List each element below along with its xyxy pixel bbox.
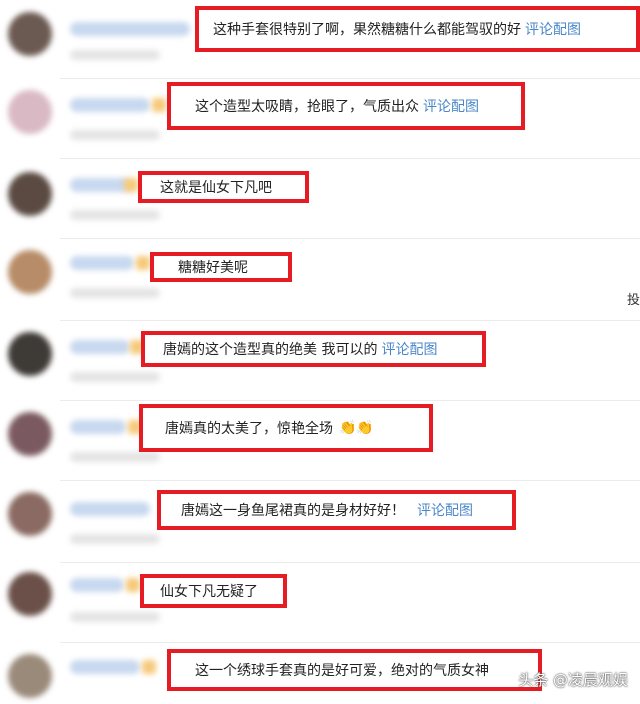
badge-blurred — [142, 660, 156, 674]
comment-text: 糖糖好美呢 — [178, 260, 248, 276]
comment-text: 这就是仙女下凡吧 — [160, 180, 272, 196]
avatar[interactable] — [8, 492, 52, 536]
comment-text: 唐嫣真的太美了，惊艳全场 — [165, 421, 333, 437]
timestamp-blurred — [70, 534, 160, 544]
avatar[interactable] — [8, 250, 52, 294]
username-blurred[interactable] — [70, 340, 130, 354]
username-blurred[interactable] — [70, 256, 134, 270]
comment-text: 仙女下凡无疑了 — [160, 584, 258, 600]
divider — [60, 78, 640, 79]
comment-image-link[interactable]: 评论配图 — [417, 500, 473, 520]
reply-label-clipped[interactable]: 投 — [627, 289, 640, 308]
comment-text: 唐嫣的这个造型真的绝美 我可以的 — [163, 342, 378, 358]
comment-text-box: 这个造型太吸睛，抢眼了，气质出众 评论配图 — [167, 82, 525, 130]
badge-blurred — [152, 98, 166, 112]
timestamp-blurred — [70, 288, 160, 298]
comment-text: 这个造型太吸睛，抢眼了，气质出众 — [195, 99, 419, 115]
comment-row: 唐嫣这一身鱼尾裙真的是身材好好！ 评论配图 — [0, 480, 640, 563]
comment-text-box: 这种手套很特别了啊，果然糖糖什么都能驾驭的好 评论配图 — [195, 6, 640, 52]
comment-row: 这种手套很特别了啊，果然糖糖什么都能驾驭的好 评论配图 — [0, 0, 640, 80]
timestamp-blurred — [70, 452, 160, 462]
avatar[interactable] — [8, 12, 52, 56]
username-blurred[interactable] — [70, 178, 130, 192]
comment-row: 这个造型太吸睛，抢眼了，气质出众 评论配图 — [0, 80, 640, 160]
comment-text-box: 这一个绣球手套真的是好可爱，绝对的气质女神 — [167, 649, 542, 691]
timestamp-blurred — [70, 210, 160, 220]
comment-text-box: 唐嫣真的太美了，惊艳全场 👏👏 — [139, 404, 433, 452]
badge-blurred — [124, 178, 138, 192]
comment-row: 唐嫣真的太美了，惊艳全场 👏👏 — [0, 400, 640, 481]
divider — [60, 238, 640, 239]
comment-image-link[interactable]: 评论配图 — [525, 19, 581, 39]
avatar[interactable] — [8, 90, 52, 134]
watermark: 头条 @凌晨观娱 — [518, 671, 628, 689]
comment-text: 这一个绣球手套真的是好可爱，绝对的气质女神 — [195, 663, 489, 679]
comment-row: 这就是仙女下凡吧 — [0, 160, 640, 240]
username-blurred[interactable] — [70, 22, 190, 36]
avatar[interactable] — [8, 654, 52, 698]
timestamp-blurred — [70, 130, 160, 140]
clap-emoji-icon: 👏👏 — [339, 420, 374, 436]
comment-image-link[interactable]: 评论配图 — [381, 339, 437, 359]
username-blurred[interactable] — [70, 98, 150, 112]
username-blurred[interactable] — [70, 420, 126, 434]
avatar[interactable] — [8, 332, 52, 376]
username-blurred[interactable] — [70, 578, 124, 592]
timestamp-blurred — [70, 612, 160, 622]
comment-row: 唐嫣的这个造型真的绝美 我可以的 评论配图 — [0, 320, 640, 401]
comment-text: 唐嫣这一身鱼尾裙真的是身材好好！ — [181, 503, 405, 519]
badge-blurred — [136, 256, 150, 270]
comment-text-box: 这就是仙女下凡吧 — [138, 171, 309, 203]
comment-row: 仙女下凡无疑了 — [0, 562, 640, 643]
comment-text-box: 唐嫣的这个造型真的绝美 我可以的 评论配图 — [141, 331, 486, 367]
comment-image-link[interactable]: 评论配图 — [423, 96, 479, 116]
comment-text-box: 唐嫣这一身鱼尾裙真的是身材好好！ 评论配图 — [157, 490, 516, 530]
avatar[interactable] — [8, 412, 52, 456]
comment-text-box: 仙女下凡无疑了 — [140, 574, 287, 608]
comment-text: 这种手套很特别了啊，果然糖糖什么都能驾驭的好 — [213, 22, 521, 38]
divider — [60, 158, 640, 159]
username-blurred[interactable] — [70, 660, 140, 674]
comment-text-box: 糖糖好美呢 — [150, 252, 292, 282]
username-blurred[interactable] — [70, 502, 150, 516]
timestamp-blurred — [70, 372, 160, 382]
avatar[interactable] — [8, 172, 52, 216]
comment-row: 糖糖好美呢 — [0, 240, 640, 321]
avatar[interactable] — [8, 572, 52, 616]
timestamp-blurred — [70, 50, 160, 60]
badge-blurred — [126, 578, 140, 592]
